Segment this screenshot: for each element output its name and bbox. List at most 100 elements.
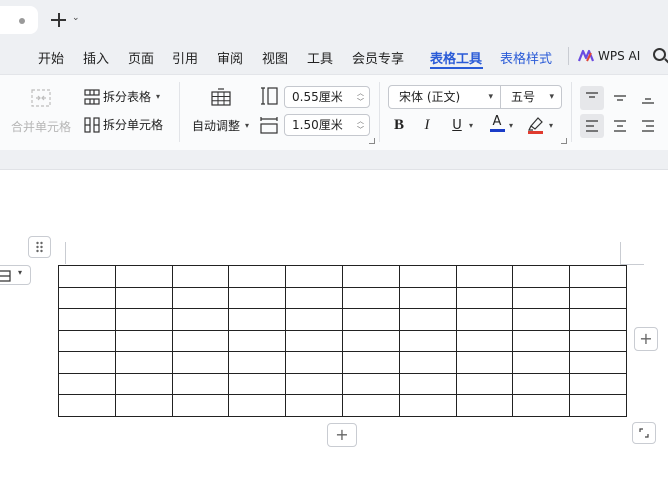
table-cell[interactable]: [569, 351, 627, 374]
table-cell[interactable]: [171, 394, 230, 417]
align-right-button[interactable]: [636, 114, 660, 138]
spin-down-icon[interactable]: ﹀: [357, 126, 364, 134]
table-cell[interactable]: [512, 308, 571, 331]
table-cell[interactable]: [228, 372, 287, 395]
font-color-chevron-icon[interactable]: ▾: [509, 121, 513, 130]
font-name-select[interactable]: 宋体 (正文) ▾: [388, 85, 501, 109]
table-cell[interactable]: [58, 265, 116, 288]
menu-insert[interactable]: 插入: [83, 48, 109, 67]
table-cell[interactable]: [398, 265, 457, 288]
menu-home[interactable]: 开始: [38, 48, 64, 67]
auto-fit-button[interactable]: 自动调整 ▾: [192, 117, 249, 134]
table-cell[interactable]: [285, 351, 343, 374]
table-cell[interactable]: [512, 351, 571, 374]
table-cell[interactable]: [341, 329, 400, 352]
table-cell[interactable]: [171, 351, 230, 374]
underline-options-chevron-icon[interactable]: ▾: [469, 121, 473, 130]
table-cell[interactable]: [285, 394, 343, 417]
table-cell[interactable]: [512, 286, 571, 309]
table-cell[interactable]: [228, 286, 287, 309]
table-cell[interactable]: [455, 308, 514, 331]
table-cell[interactable]: [58, 286, 116, 309]
table-cell[interactable]: [58, 308, 116, 331]
table-cell[interactable]: [285, 308, 343, 331]
table-cell[interactable]: [58, 351, 116, 374]
new-tab-plus-icon[interactable]: [48, 9, 70, 31]
table-cell[interactable]: [228, 265, 287, 288]
table-cell[interactable]: [341, 265, 400, 288]
table-cell[interactable]: [114, 329, 173, 352]
menu-table-tools[interactable]: 表格工具: [430, 48, 482, 67]
table-cell[interactable]: [455, 372, 514, 395]
split-cells-button[interactable]: 拆分单元格: [84, 116, 163, 133]
table-cell[interactable]: [341, 308, 400, 331]
table-cell[interactable]: [398, 351, 457, 374]
table-cell[interactable]: [285, 329, 343, 352]
table-cell[interactable]: [341, 394, 400, 417]
table-move-handle[interactable]: [28, 236, 51, 258]
align-top-button[interactable]: [580, 86, 604, 110]
table-cell[interactable]: [512, 329, 571, 352]
table-cell[interactable]: [569, 286, 627, 309]
table-resize-button[interactable]: [632, 422, 656, 444]
row-height-spinner[interactable]: 0.55厘米 ︿ ﹀: [284, 86, 370, 108]
table-cell[interactable]: [114, 351, 173, 374]
table-cell[interactable]: [569, 308, 627, 331]
search-icon[interactable]: [653, 48, 666, 61]
table-cell[interactable]: [171, 265, 230, 288]
table-cell[interactable]: [114, 394, 173, 417]
underline-button[interactable]: U: [446, 114, 468, 136]
table-cell[interactable]: [398, 329, 457, 352]
align-middle-button[interactable]: [608, 86, 632, 110]
highlight-chevron-icon[interactable]: ▾: [549, 121, 553, 130]
bold-button[interactable]: B: [388, 114, 410, 136]
font-dialog-launcher-icon[interactable]: [561, 138, 567, 144]
table-cell[interactable]: [285, 286, 343, 309]
column-width-spinner[interactable]: 1.50厘米 ︿ ﹀: [284, 114, 370, 136]
table-cell[interactable]: [398, 372, 457, 395]
table-cell[interactable]: [398, 308, 457, 331]
table-cell[interactable]: [455, 394, 514, 417]
new-tab-menu-chevron-icon[interactable]: ⌄: [72, 13, 80, 23]
menu-review[interactable]: 审阅: [217, 48, 243, 67]
italic-button[interactable]: I: [416, 114, 438, 136]
table-cell[interactable]: [171, 286, 230, 309]
cell-size-dialog-launcher-icon[interactable]: [369, 138, 375, 144]
table-quick-tool[interactable]: ▾: [0, 265, 31, 285]
table-cell[interactable]: [58, 329, 116, 352]
table-cell[interactable]: [455, 286, 514, 309]
table-cell[interactable]: [114, 308, 173, 331]
menu-tools[interactable]: 工具: [307, 48, 333, 67]
align-left-button[interactable]: [580, 114, 604, 138]
table-cell[interactable]: [114, 372, 173, 395]
table-cell[interactable]: [171, 329, 230, 352]
highlight-icon[interactable]: [527, 115, 545, 135]
table-cell[interactable]: [455, 351, 514, 374]
table-cell[interactable]: [228, 394, 287, 417]
table-cell[interactable]: [171, 372, 230, 395]
table-cell[interactable]: [569, 329, 627, 352]
menu-view[interactable]: 视图: [262, 48, 288, 67]
spin-down-icon[interactable]: ﹀: [357, 98, 364, 106]
table-cell[interactable]: [58, 394, 116, 417]
table-cell[interactable]: [58, 372, 116, 395]
table-cell[interactable]: [455, 329, 514, 352]
table-cell[interactable]: [171, 308, 230, 331]
table-cell[interactable]: [512, 372, 571, 395]
table-cell[interactable]: [398, 394, 457, 417]
table-cell[interactable]: [341, 372, 400, 395]
add-column-button[interactable]: +: [634, 327, 658, 351]
font-color-button[interactable]: A: [486, 112, 508, 134]
table-cell[interactable]: [398, 286, 457, 309]
document-table[interactable]: [58, 265, 627, 417]
document-tab[interactable]: [0, 6, 38, 34]
table-cell[interactable]: [512, 394, 571, 417]
wps-ai-button[interactable]: WPS AI: [578, 47, 640, 65]
spin-up-icon[interactable]: ︿: [357, 117, 364, 125]
table-cell[interactable]: [569, 265, 627, 288]
split-table-button[interactable]: 拆分表格 ▾: [84, 88, 160, 105]
align-bottom-button[interactable]: [636, 86, 660, 110]
table-cell[interactable]: [285, 372, 343, 395]
table-cell[interactable]: [285, 265, 343, 288]
merge-cells-button[interactable]: 合并单元格: [11, 118, 71, 135]
